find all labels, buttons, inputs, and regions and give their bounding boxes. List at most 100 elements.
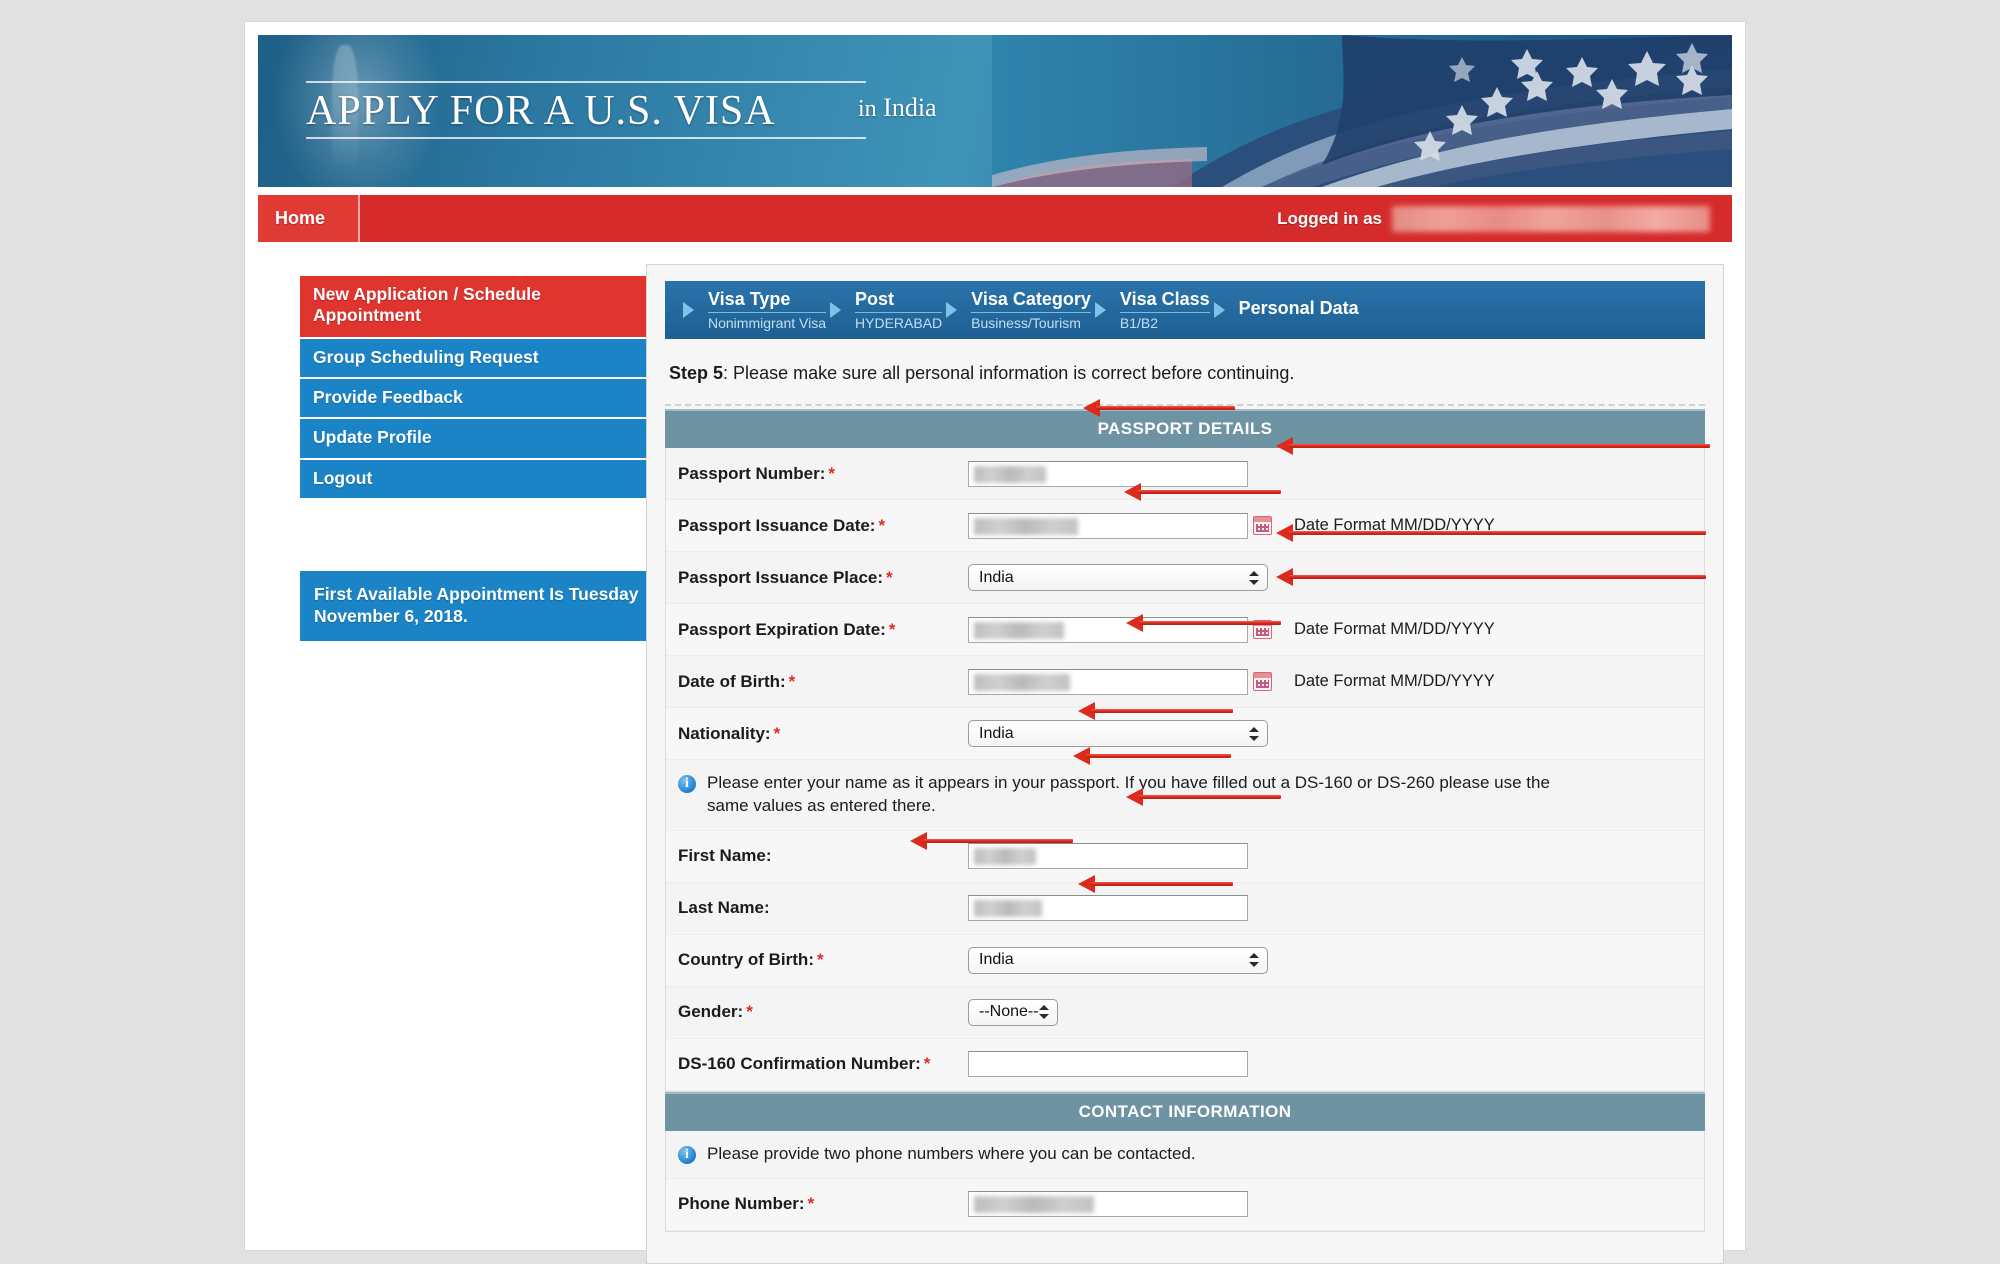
banner-rule-top [306,81,866,83]
breadcrumb-value: Business/Tourism [971,314,1081,331]
calendar-icon[interactable] [1253,620,1272,639]
page-title: APPLY FOR A U.S. VISA [306,88,776,134]
label-text: Passport Expiration Date: [678,619,886,639]
passport-issuance-place-select[interactable]: India [968,564,1268,591]
chevron-right-icon [946,302,958,318]
chevron-right-icon [830,302,842,318]
step-instruction: Step 5: Please make sure all personal in… [665,339,1705,404]
label-text: Passport Issuance Date: [678,515,876,535]
breadcrumb-label: Visa Category [971,289,1091,313]
label-text: Country of Birth: [678,950,814,970]
label-text: Passport Number: [678,463,826,483]
date-of-birth-input[interactable] [968,668,1248,695]
breadcrumb-label: Personal Data [1238,298,1359,319]
logged-in-username-redacted [1392,205,1710,232]
logged-in-label: Logged in as [1277,208,1382,228]
first-available-appointment-notice: First Available Appointment Is Tuesday N… [300,571,660,641]
breadcrumb-step-visa-type[interactable]: Visa Type Nonimmigrant Visa [708,289,827,331]
logged-in-area: Logged in as [1277,195,1732,242]
label-text: Date of Birth: [678,671,786,691]
breadcrumb: Visa Type Nonimmigrant Visa Post HYDERAB… [665,281,1705,339]
redacted-value [974,900,1042,918]
required-asterisk: * [788,671,796,691]
ds160-confirmation-number-input[interactable] [968,1051,1248,1078]
field-row-passport-issuance-date: Passport Issuance Date: * Date Format MM/… [666,500,1704,552]
calendar-icon[interactable] [1253,516,1272,535]
label-date-of-birth: Date of Birth: * [678,672,968,692]
label-country-of-birth: Country of Birth: * [678,950,968,970]
date-format-hint: Date Format MM/DD/YYYY [1294,620,1495,638]
required-asterisk: * [878,515,886,535]
chevron-updown-icon [1039,1003,1049,1021]
label-last-name: Last Name: [678,898,968,918]
sidebar-item-new-application[interactable]: New Application / Schedule Appointment [300,276,660,339]
chevron-updown-icon [1249,569,1259,587]
gender-select[interactable]: --None-- [968,998,1058,1026]
select-value: --None-- [979,1003,1039,1021]
sidebar-item-provide-feedback[interactable]: Provide Feedback [300,379,660,420]
field-row-first-name: First Name: [666,830,1704,883]
field-row-phone-number: Phone Number: * [666,1178,1704,1231]
nav-home-tab[interactable]: Home [258,195,360,242]
date-format-hint: Date Format MM/DD/YYYY [1294,672,1495,690]
redacted-value [974,673,1070,691]
field-row-passport-issuance-place: Passport Issuance Place: * India [666,552,1704,604]
select-value: India [979,568,1014,586]
breadcrumb-value: HYDERABAD [855,314,943,331]
calendar-icon[interactable] [1253,672,1272,691]
divider [665,404,1705,406]
sidebar-item-update-profile[interactable]: Update Profile [300,419,660,460]
breadcrumb-value: B1/B2 [1119,314,1159,331]
last-name-input[interactable] [968,895,1248,922]
sidebar-menu: New Application / Schedule Appointment G… [300,276,660,499]
breadcrumb-label: Post [855,289,943,313]
label-passport-number: Passport Number: * [678,464,968,484]
label-passport-issuance-place: Passport Issuance Place: * [678,568,968,588]
field-row-date-of-birth: Date of Birth: * Date Format MM/DD/YYYY [666,656,1704,708]
sidebar-item-logout[interactable]: Logout [300,459,660,499]
required-asterisk: * [746,1002,753,1022]
breadcrumb-step-visa-category[interactable]: Visa Category Business/Tourism [971,289,1091,331]
label-first-name: First Name: [678,846,968,866]
breadcrumb-label: Visa Class [1119,289,1210,313]
sidebar-item-group-scheduling[interactable]: Group Scheduling Request [300,338,660,380]
banner-rule-bottom [306,137,866,140]
select-value: India [979,951,1014,969]
phone-number-input[interactable] [968,1191,1248,1218]
section-header-contact-information: CONTACT INFORMATION [665,1091,1705,1131]
redacted-value [974,848,1036,866]
required-asterisk: * [807,1194,815,1214]
first-name-input[interactable] [968,843,1248,870]
label-text: Phone Number: [678,1194,805,1214]
label-passport-expiration-date: Passport Expiration Date: * [678,620,968,640]
info-icon: i [678,1145,696,1164]
field-row-gender: Gender: * --None-- [666,986,1704,1039]
date-format-hint: Date Format MM/DD/YYYY [1294,516,1495,534]
country-of-birth-select[interactable]: India [968,946,1268,974]
nationality-select[interactable]: India [968,720,1268,747]
field-row-passport-expiration-date: Passport Expiration Date: * Date Format M… [666,604,1704,656]
chevron-updown-icon [1249,725,1259,743]
chevron-right-icon [683,302,694,318]
redacted-value [974,465,1046,483]
note-text: Please provide two phone numbers where y… [707,1143,1196,1163]
site-banner: APPLY FOR A U.S. VISA in India [258,35,1732,187]
breadcrumb-label: Visa Type [708,289,827,313]
label-text: Last Name: [678,898,770,918]
label-text: Gender: [678,1002,744,1022]
breadcrumb-step-post[interactable]: Post HYDERABAD [855,289,943,331]
contact-phone-note: i Please provide two phone numbers where… [666,1130,1704,1179]
select-value: India [979,724,1014,742]
passport-expiration-date-input[interactable] [968,616,1248,643]
step-text: Please make sure all personal informatio… [728,363,1295,383]
page-container: APPLY FOR A U.S. VISA in India Home Logg… [245,22,1745,1264]
passport-number-input[interactable] [968,460,1248,487]
label-text: Passport Issuance Place: [678,567,884,587]
main-content-panel: Visa Type Nonimmigrant Visa Post HYDERAB… [646,264,1724,1264]
label-ds160-confirmation-number: DS-160 Confirmation Number: * [678,1054,968,1074]
field-row-last-name: Last Name: [666,882,1704,935]
breadcrumb-step-visa-class[interactable]: Visa Class B1/B2 [1119,289,1210,331]
label-phone-number: Phone Number: * [678,1194,968,1214]
passport-issuance-date-input[interactable] [968,512,1248,539]
required-asterisk: * [888,619,896,639]
